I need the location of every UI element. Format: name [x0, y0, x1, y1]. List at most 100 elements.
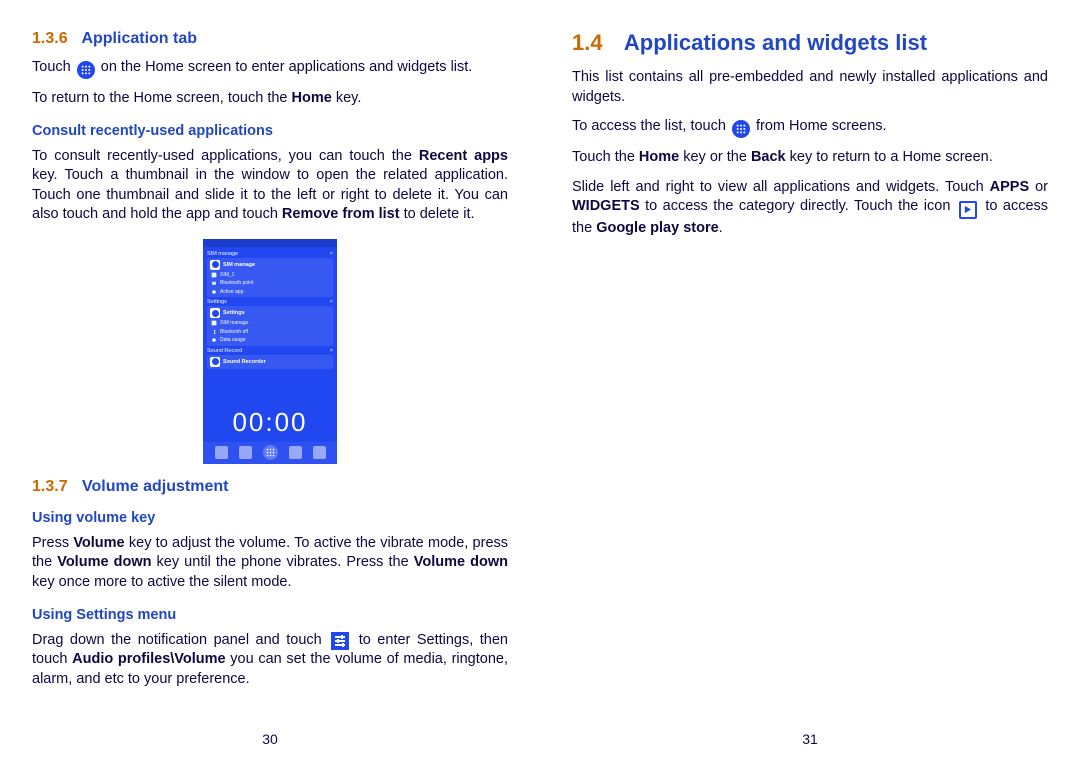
phone-card-2: Settings SIM manage Bluetooth off Data u… — [207, 306, 333, 346]
text: Touch — [32, 59, 71, 75]
para-r1: This list contains all pre-embedded and … — [572, 68, 1048, 107]
bold-volume-down: Volume down — [57, 554, 151, 570]
settings-sliders-icon — [331, 632, 349, 650]
row-text: Bluetooth point — [220, 280, 253, 286]
page-left: 1.3.6 Application tab Touch on the Home … — [0, 0, 540, 767]
heading-number: 1.4 — [572, 30, 603, 55]
bold-back: Back — [751, 149, 786, 165]
page-left-content: 1.3.6 Application tab Touch on the Home … — [32, 30, 508, 723]
phone-recent-apps-list: SIM manage × SIM manage SIM_1 Bluetooth p… — [203, 247, 337, 405]
para-consult: To consult recently-used applications, y… — [32, 147, 508, 225]
row-text: SIM_1 — [220, 272, 234, 278]
phone-card-icon — [210, 357, 220, 367]
subheading-settings-menu: Using Settings menu — [32, 607, 508, 623]
bold-home: Home — [639, 149, 679, 165]
dock-icon — [215, 446, 228, 459]
phone-card-row: Bluetooth point — [210, 280, 330, 287]
phone-card-row: Bluetooth off — [210, 328, 330, 335]
dock-icon — [289, 446, 302, 459]
phone-card-row: Active app — [210, 288, 330, 295]
subheading-consult: Consult recently-used applications — [32, 123, 508, 139]
text: . — [719, 220, 723, 236]
phone-card-1: SIM manage SIM_1 Bluetooth point Active … — [207, 258, 333, 298]
heading-title: Applications and widgets list — [624, 30, 927, 55]
phone-card-icon — [210, 308, 220, 318]
play-store-icon — [959, 201, 977, 219]
row-icon — [210, 280, 217, 287]
para-r3: Touch the Home key or the Back key to re… — [572, 148, 1048, 168]
para-apptab-1: Touch on the Home screen to enter applic… — [32, 58, 508, 79]
text: To return to the Home screen, touch the — [32, 90, 292, 106]
bold-audio-profiles: Audio profiles\Volume — [72, 651, 225, 667]
heading-title: Volume adjustment — [82, 478, 228, 495]
bold-apps: APPS — [990, 179, 1030, 195]
close-x: × — [330, 299, 333, 305]
text: key. — [332, 90, 362, 106]
subheading-volume-key: Using volume key — [32, 510, 508, 526]
heading-number: 1.3.6 — [32, 30, 68, 47]
text: Touch the — [572, 149, 639, 165]
page-right: 1.4 Applications and widgets list This l… — [540, 0, 1080, 767]
para-volume-key: Press Volume key to adjust the volume. T… — [32, 534, 508, 593]
phone-card-row: SIM manage — [210, 320, 330, 327]
label: SIM manage — [207, 251, 238, 257]
bold-home: Home — [292, 90, 332, 106]
phone-card-1-header: SIM manage — [210, 260, 330, 270]
para-r4: Slide left and right to view all applica… — [572, 178, 1048, 239]
heading-title: Application tab — [81, 30, 197, 47]
close-x: × — [330, 348, 333, 354]
heading-number: 1.3.7 — [32, 478, 68, 495]
phone-clock: 00:00 — [203, 407, 337, 438]
text: Slide left and right to view all applica… — [572, 179, 990, 195]
phone-card-row: SIM_1 — [210, 271, 330, 278]
phone-frame: SIM manage × SIM manage SIM_1 Bluetooth p… — [203, 239, 337, 464]
close-x: × — [330, 251, 333, 257]
phone-section-label-3: Sound Record × — [207, 348, 333, 354]
text: To access the list, touch — [572, 118, 726, 134]
phone-statusbar — [203, 239, 337, 247]
text: key until the phone vibrates. Press the — [151, 554, 413, 570]
para-apptab-2: To return to the Home screen, touch the … — [32, 89, 508, 109]
text: To consult recently-used applications, y… — [32, 148, 419, 164]
title: SIM manage — [223, 262, 255, 268]
para-r2: To access the list, touch from Home scre… — [572, 117, 1048, 138]
apps-grid-icon — [77, 61, 95, 79]
row-text: Active app — [220, 289, 243, 295]
page-right-content: 1.4 Applications and widgets list This l… — [572, 30, 1048, 723]
bold-volume: Volume — [73, 535, 124, 551]
row-text: SIM manage — [220, 320, 248, 326]
phone-card-icon — [210, 260, 220, 270]
phone-card-3: Sound Recorder — [207, 355, 333, 369]
bold-recent-apps: Recent apps — [419, 148, 508, 164]
label: Sound Record — [207, 348, 242, 354]
page-number-left: 30 — [32, 731, 508, 747]
heading-1-3-6: 1.3.6 Application tab — [32, 30, 508, 48]
row-icon — [210, 337, 217, 344]
text: to access the category directly. Touch t… — [640, 198, 951, 214]
phone-card-row: Data usage — [210, 337, 330, 344]
phone-card-2-header: Settings — [210, 308, 330, 318]
bold-google-play: Google play store — [596, 220, 718, 236]
page-number-right: 31 — [572, 731, 1048, 747]
text: key or the — [679, 149, 751, 165]
phone-section-label-1: SIM manage × — [207, 251, 333, 257]
row-text: Bluetooth off — [220, 329, 248, 335]
phone-section-label-2: Settings× — [207, 299, 333, 305]
bold-remove-from-list: Remove from list — [282, 206, 400, 222]
text: key once more to active the silent mode. — [32, 574, 292, 590]
row-icon — [210, 271, 217, 278]
phone-screenshot: SIM manage × SIM manage SIM_1 Bluetooth p… — [32, 235, 508, 464]
title: Sound Recorder — [223, 359, 266, 365]
bold-volume-down-2: Volume down — [414, 554, 508, 570]
title: Settings — [223, 310, 245, 316]
row-text: Data usage — [220, 337, 246, 343]
heading-1-3-7: 1.3.7 Volume adjustment — [32, 478, 508, 496]
text: Drag down the notification panel and tou… — [32, 632, 328, 648]
text: or — [1029, 179, 1048, 195]
text: on the Home screen to enter applications… — [101, 59, 473, 75]
text: key to return to a Home screen. — [786, 149, 993, 165]
para-settings-menu: Drag down the notification panel and tou… — [32, 631, 508, 690]
phone-dock — [203, 442, 337, 464]
text: to delete it. — [400, 206, 475, 222]
text: from Home screens. — [756, 118, 887, 134]
